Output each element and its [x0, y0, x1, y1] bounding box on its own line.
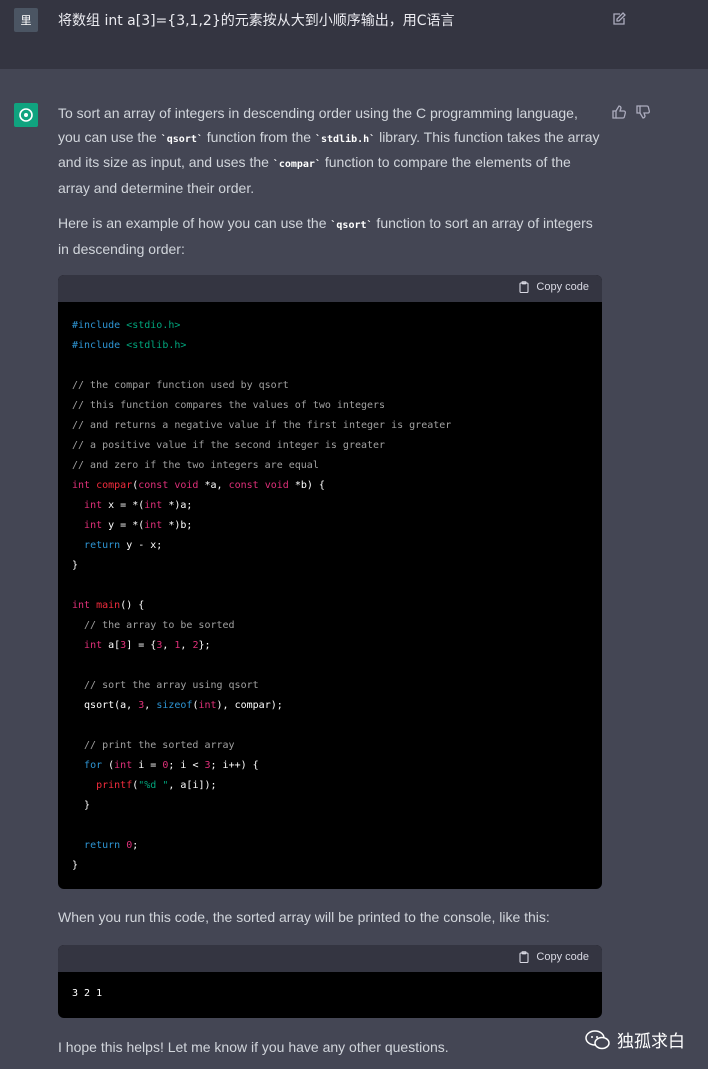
openai-logo-icon: [19, 108, 33, 122]
code-block-output: Copy code 3 2 1: [58, 945, 602, 1018]
inline-code: `qsort`: [330, 220, 373, 231]
assistant-paragraph-4: I hope this helps! Let me know if you ha…: [58, 1039, 449, 1055]
thumbs-up-icon[interactable]: [611, 104, 627, 120]
code-content: #include <stdio.h> #include <stdlib.h> /…: [72, 320, 452, 871]
assistant-paragraph-1: To sort an array of integers in descendi…: [58, 105, 600, 196]
assistant-avatar: [14, 103, 38, 127]
code-block-c: Copy code #include <stdio.h> #include <s…: [58, 275, 602, 889]
watermark-text: 独孤求白: [617, 1032, 685, 1052]
copy-code-label: Copy code: [536, 281, 589, 293]
wechat-icon: [585, 1029, 610, 1049]
inline-code: `compar`: [272, 159, 321, 170]
user-message-row: 里 将数组 int a[3]={3,1,2}的元素按从大到小顺序输出，用C语言: [0, 0, 708, 70]
clipboard-icon: [519, 951, 529, 963]
thumbs-down-icon[interactable]: [635, 104, 651, 120]
assistant-paragraph-2: Here is an example of how you can use th…: [58, 215, 593, 257]
inline-code: `stdlib.h`: [314, 133, 376, 145]
code-block-header: Copy code: [58, 945, 602, 972]
copy-code-label: Copy code: [536, 951, 589, 963]
edit-icon[interactable]: [611, 11, 627, 27]
user-avatar: 里: [14, 8, 38, 32]
clipboard-icon: [519, 281, 529, 293]
code-output: 3 2 1: [72, 988, 103, 999]
copy-code-button[interactable]: Copy code: [518, 281, 589, 293]
code-block-header: Copy code: [58, 275, 602, 302]
watermark: 独孤求白: [585, 1027, 685, 1052]
inline-code: `qsort`: [160, 133, 203, 145]
copy-code-button[interactable]: Copy code: [518, 951, 589, 963]
assistant-paragraph-3: When you run this code, the sorted array…: [58, 909, 550, 925]
user-message: 将数组 int a[3]={3,1,2}的元素按从大到小顺序输出，用C语言: [58, 13, 455, 29]
